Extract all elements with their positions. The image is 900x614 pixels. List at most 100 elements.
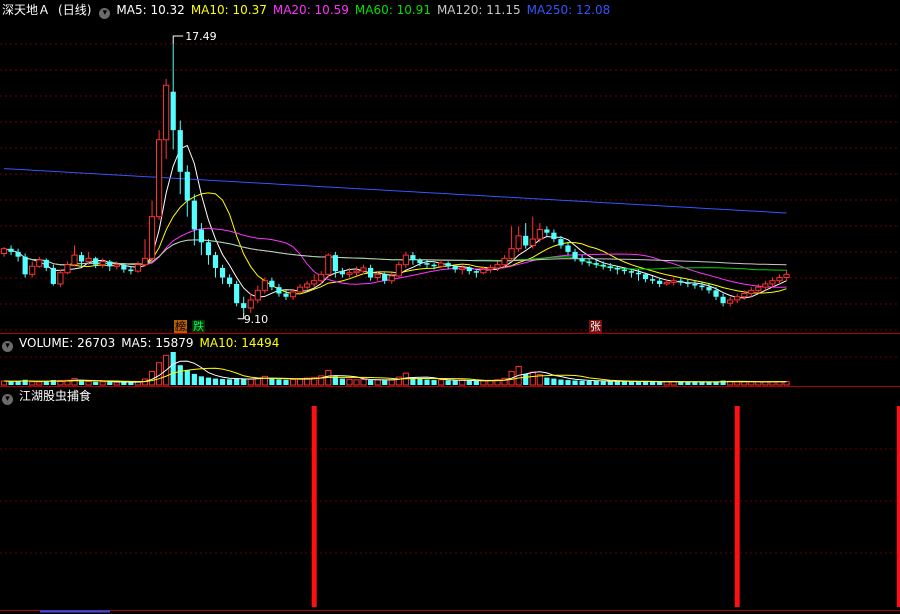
candle [360,264,367,275]
volume-bar [29,381,36,386]
volume-bar [417,378,423,385]
volume-bar [184,370,190,385]
volume-bar [234,378,240,385]
candle [148,200,156,260]
candle [501,255,508,268]
volume-bar [452,380,458,385]
candle [128,266,134,275]
volume-bar [741,381,748,386]
candle [783,269,790,281]
volume-bar [212,378,219,385]
panel-borders [0,333,900,613]
volume-bar [99,381,106,386]
candle [402,251,409,268]
volume-bar [360,379,367,386]
candle [29,261,36,278]
volume-bar [205,377,212,385]
candle [713,287,719,300]
candle [71,245,78,267]
candle [36,256,43,268]
candle [247,293,254,313]
candle [579,255,585,265]
volume-bar [71,378,78,386]
volume-bar [551,378,557,385]
volume-bar [113,381,120,386]
volume-bar [8,381,14,385]
volume-bar [0,380,8,386]
candle [565,242,571,256]
candle [311,274,318,288]
volume-bar [734,381,741,386]
candle [170,43,176,150]
candle [57,269,64,288]
volume-bar [395,376,402,386]
candle [304,280,311,291]
volume-bar [382,380,388,385]
volume-bar [191,373,197,385]
candle [670,277,677,286]
volume-bar [219,379,226,385]
volume-bar [558,379,564,385]
candle [64,261,71,275]
volume-bar [579,380,585,385]
candle [8,245,14,256]
candle [191,194,197,246]
candle [297,283,304,294]
volume-bar [388,379,395,386]
volume-bar [93,381,99,385]
volume-bar [699,382,705,385]
candle [227,274,233,288]
volume-bar [78,381,85,385]
volume-bar [85,381,92,386]
stock-chart-window: { "main_header": { "stock_title": "深天地Ａ"… [0,0,900,614]
volume-bar [43,381,49,385]
volume-bar [128,382,134,385]
volume-bar [685,381,691,385]
candle [692,280,698,289]
volume-bar [657,381,663,385]
volume-bar [748,381,755,386]
volume-bar [692,382,698,385]
candle [50,264,56,286]
volume-bar [374,379,381,386]
candle [219,264,226,284]
volume-bar [593,381,599,385]
candle [254,285,261,304]
candle [523,223,529,249]
candlestick-chart[interactable]: 17.49 9.10 [0,0,900,614]
candle [544,226,550,236]
volume-bar [529,371,536,386]
volume-bar [424,379,430,385]
volume-bar [198,376,204,385]
candle [205,239,212,265]
volume-bar [544,377,550,385]
volume-bar [487,380,494,386]
candle [107,259,113,272]
volume-bar [473,381,479,385]
candle [445,261,451,270]
candle [134,261,142,273]
volume-bar [586,381,592,385]
candle [678,277,684,286]
candle [99,258,106,268]
volume-bar [572,380,578,385]
high-price-label: 17.49 [185,30,217,43]
candle [515,226,522,252]
signal-bar [734,406,740,607]
candle [177,120,183,195]
candle [234,280,240,307]
candle [184,165,190,217]
candle [776,274,783,284]
candle [388,272,395,284]
candle [473,269,479,278]
volume-bar [15,381,21,385]
volume-bar [241,378,247,385]
volume-bar [628,381,635,385]
candle [438,259,445,268]
candle [269,277,275,291]
signal-bar [311,406,317,607]
volume-bar [247,378,254,386]
low-price-label: 9.10 [244,313,269,326]
candle [551,229,557,243]
volume-bar [650,381,656,385]
